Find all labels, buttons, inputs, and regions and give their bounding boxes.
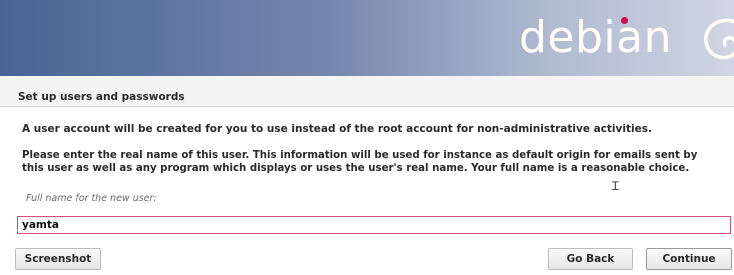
real-name-instructions: Please enter the real name of this user.… — [22, 150, 698, 174]
text-cursor-icon: Ɪ — [612, 179, 619, 193]
debian-logo-text: debian — [518, 12, 672, 63]
screenshot-button[interactable]: Screenshot — [15, 248, 101, 270]
debian-swirl-icon — [704, 18, 734, 60]
debian-logo-dot — [621, 17, 628, 24]
full-name-label: Full name for the new user: — [26, 193, 157, 204]
account-info-text: A user account will be created for you t… — [22, 123, 652, 135]
page-title: Set up users and passwords — [18, 91, 185, 103]
go-back-button[interactable]: Go Back — [548, 248, 633, 270]
continue-button[interactable]: Continue — [646, 248, 732, 270]
full-name-input[interactable] — [17, 216, 731, 234]
debian-banner: debian — [0, 0, 734, 76]
